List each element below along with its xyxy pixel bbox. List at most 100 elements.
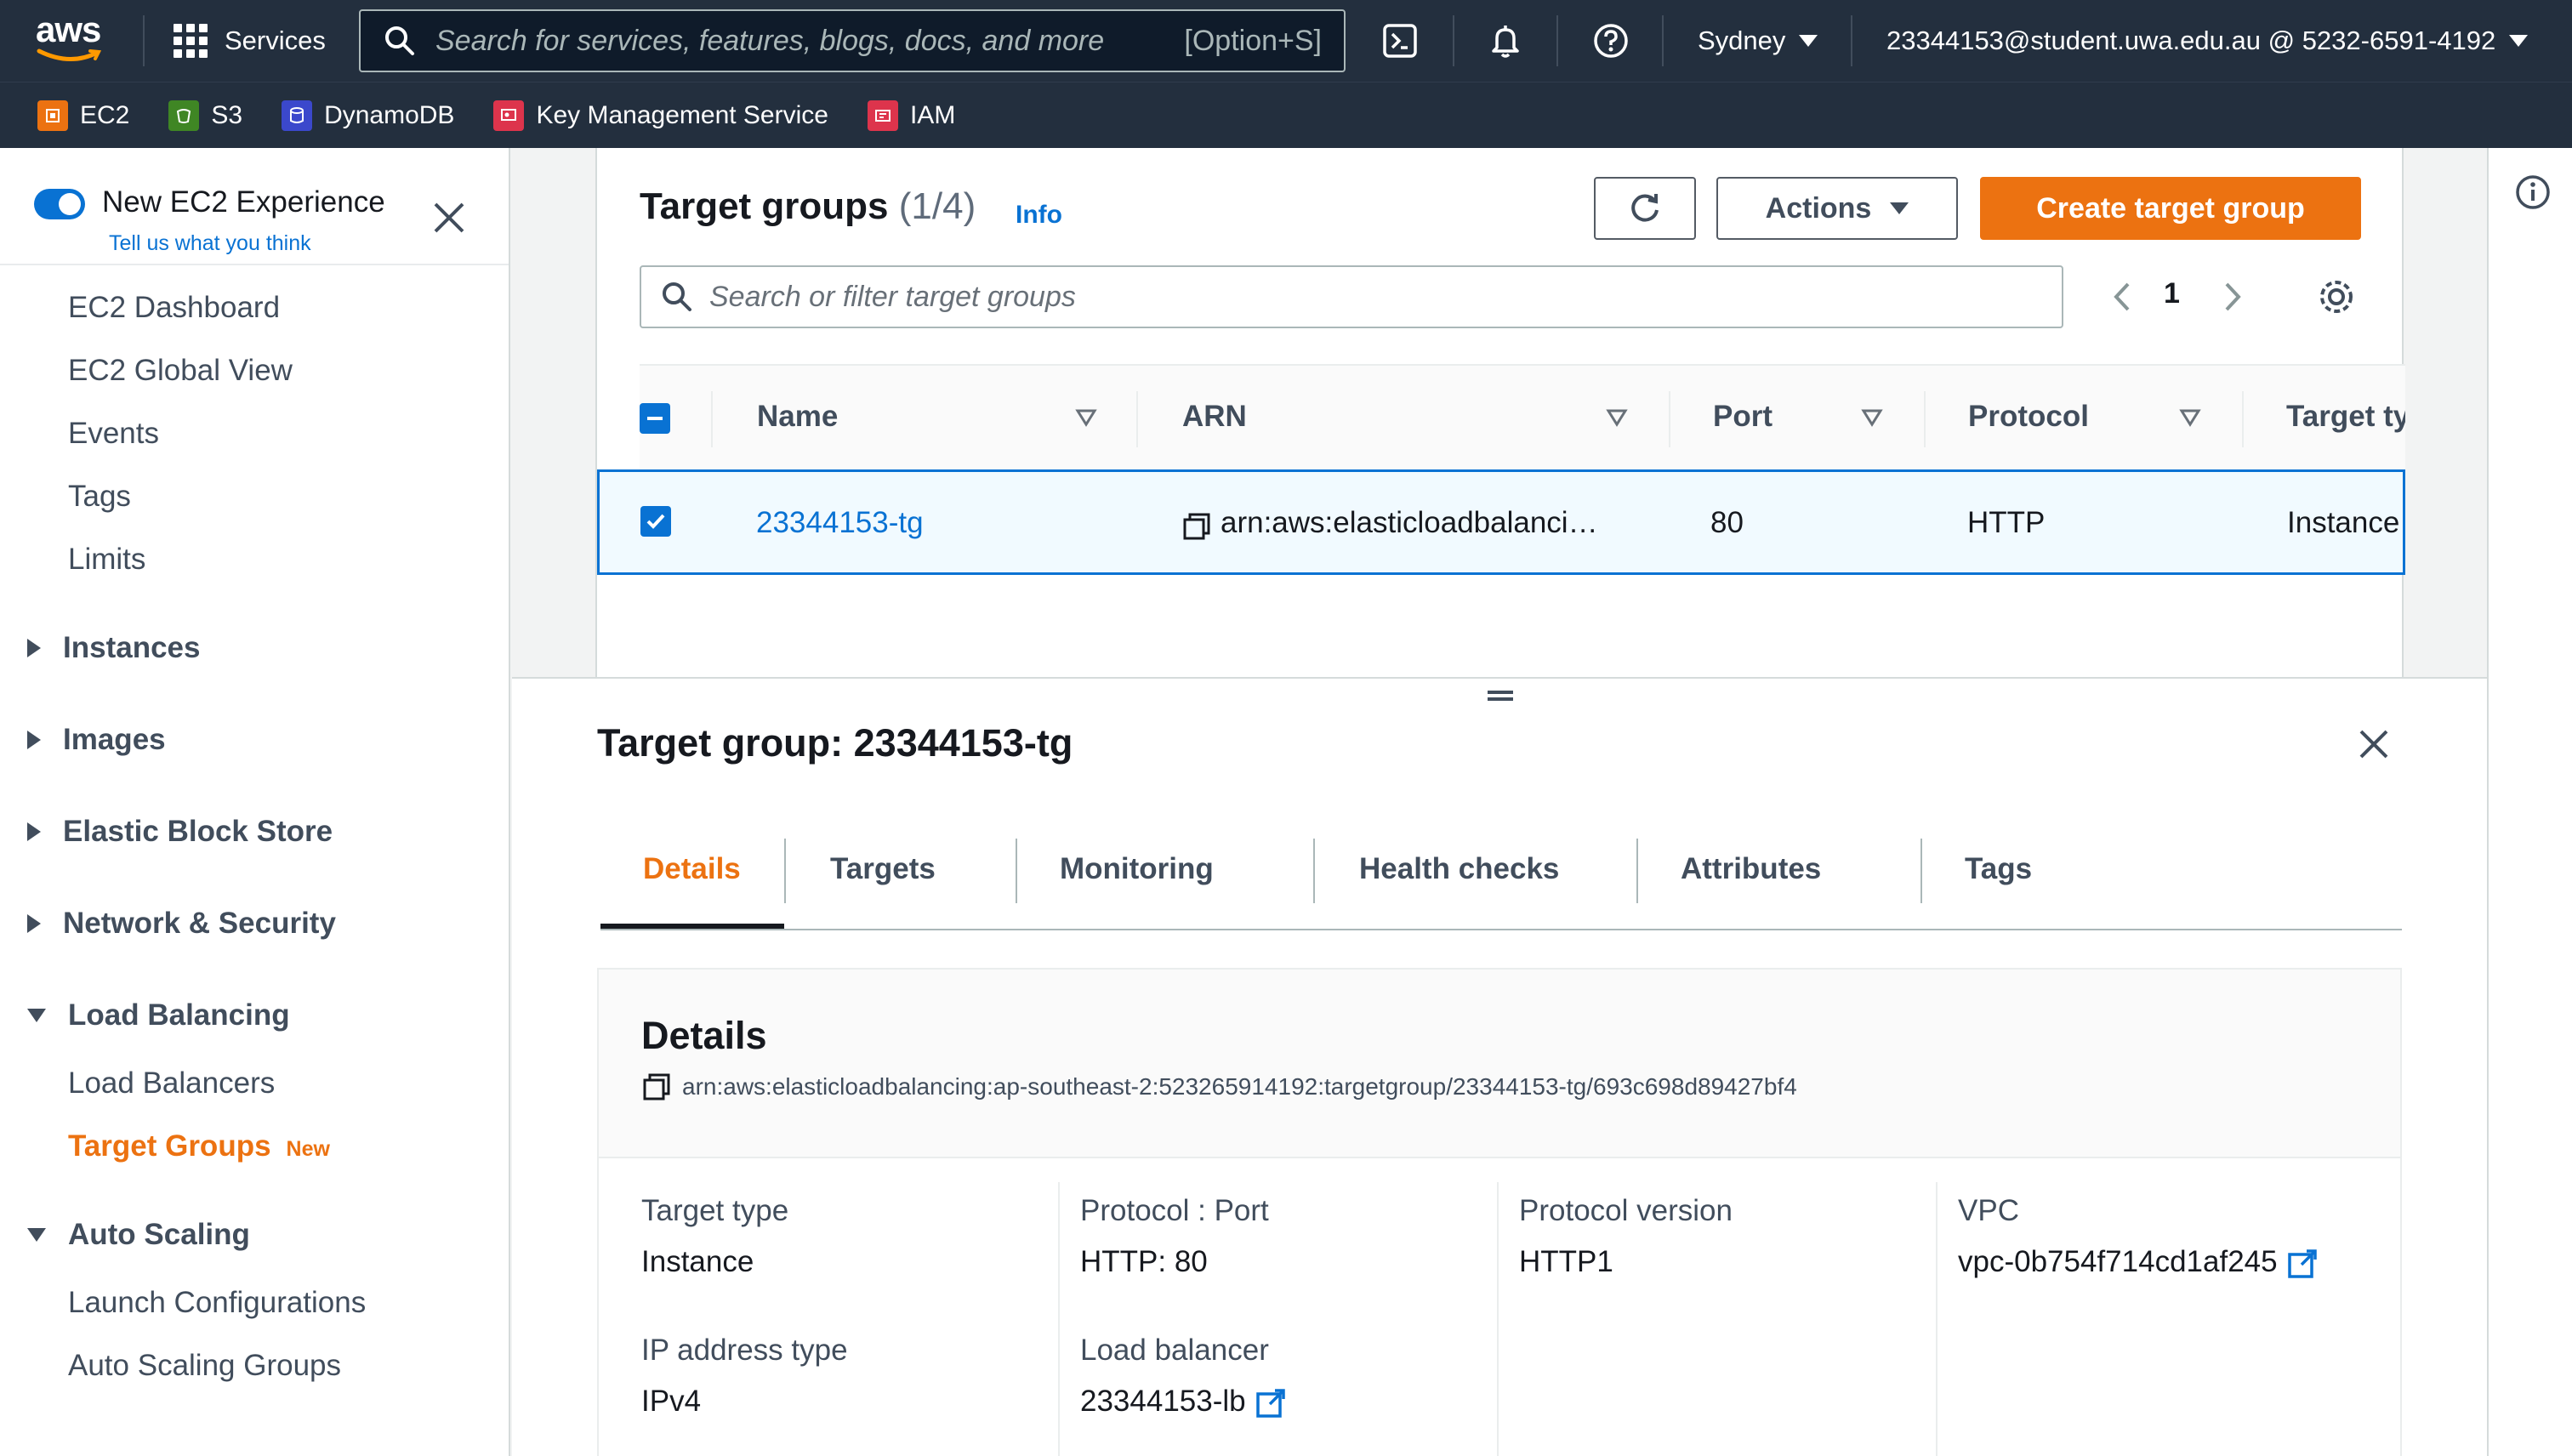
iam-icon <box>867 100 898 131</box>
arn-value: arn:aws:elasticloadbalancing:ap-southeas… <box>682 1073 1797 1100</box>
sidebar-item-load-balancers[interactable]: Load Balancers <box>68 1066 275 1101</box>
actions-button[interactable]: Actions <box>1716 177 1958 240</box>
close-icon[interactable] <box>2356 726 2392 762</box>
caret-down-icon <box>1799 35 1818 47</box>
section-label: Load Balancing <box>68 998 290 1032</box>
kms-icon <box>493 100 525 131</box>
vpc-value: vpc-0b754f714cd1af245 <box>1958 1245 2278 1278</box>
create-target-group-button[interactable]: Create target group <box>1980 177 2361 240</box>
ip-type-value: IPv4 <box>641 1385 702 1418</box>
sidebar-divider <box>0 264 509 265</box>
select-all-checkbox[interactable] <box>640 403 670 434</box>
external-link-icon <box>2287 1249 2317 1278</box>
sort-caret-icon[interactable] <box>1075 408 1097 427</box>
refresh-icon <box>1631 194 1659 222</box>
vpc-label: VPC <box>1958 1194 2019 1227</box>
selection-count: (1/4) <box>898 185 976 227</box>
bell-icon[interactable] <box>1485 20 1526 61</box>
tab-attributes[interactable]: Attributes <box>1681 852 1821 886</box>
sidebar-section-images[interactable]: Images <box>27 723 166 757</box>
global-search-input[interactable] <box>435 24 1185 58</box>
info-icon[interactable] <box>2514 173 2552 211</box>
favorite-ec2[interactable]: EC2 <box>37 100 129 131</box>
sidebar-item-tags[interactable]: Tags <box>68 480 131 514</box>
global-search[interactable]: [Option+S] <box>359 9 1346 72</box>
detail-tabs: Details Targets Monitoring Health checks… <box>600 828 2402 930</box>
tab-details[interactable]: Details <box>643 852 741 886</box>
column-header-name[interactable]: Name <box>757 400 838 434</box>
account-label: 23344153@student.uwa.edu.au @ 5232-6591-… <box>1886 26 2496 55</box>
target-type-label: Target type <box>641 1194 789 1227</box>
region-selector[interactable]: Sydney <box>1698 20 1818 61</box>
sidebar: New EC2 Experience Tell us what you thin… <box>0 148 510 1456</box>
nav-divider <box>1556 15 1558 66</box>
sidebar-section-load-balancing[interactable]: Load Balancing <box>27 998 290 1032</box>
vpc-link[interactable]: vpc-0b754f714cd1af245 <box>1958 1245 2319 1280</box>
protocol-port-label: Protocol : Port <box>1080 1194 1269 1227</box>
cloudshell-icon[interactable] <box>1380 20 1420 61</box>
caret-down-icon <box>2509 35 2529 47</box>
sidebar-item-ec2-dashboard[interactable]: EC2 Dashboard <box>68 291 280 325</box>
feedback-link[interactable]: Tell us what you think <box>109 231 311 256</box>
actions-label: Actions <box>1765 191 1872 225</box>
copy-icon[interactable] <box>1181 511 1212 542</box>
column-header-target-type[interactable]: Target ty <box>2286 400 2405 434</box>
page-number[interactable]: 1 <box>2164 277 2180 310</box>
sidebar-item-limits[interactable]: Limits <box>68 543 145 577</box>
account-menu[interactable]: 23344153@student.uwa.edu.au @ 5232-6591-… <box>1886 20 2529 61</box>
services-menu-button[interactable]: Services <box>174 17 326 65</box>
column-header-protocol[interactable]: Protocol <box>1968 400 2089 434</box>
sort-caret-icon[interactable] <box>1606 408 1628 427</box>
copy-icon[interactable] <box>641 1072 672 1102</box>
sidebar-item-launch-configurations[interactable]: Launch Configurations <box>68 1286 366 1320</box>
caret-down-icon <box>27 1009 46 1022</box>
table-row[interactable]: 23344153-tg arn:aws:elasticloadbalanci… … <box>597 469 2405 575</box>
filter-box[interactable] <box>640 265 2063 328</box>
sidebar-section-ebs[interactable]: Elastic Block Store <box>27 815 333 849</box>
sidebar-item-events[interactable]: Events <box>68 417 159 451</box>
target-type-cell: Instance <box>2287 506 2400 539</box>
protocol-version-label: Protocol version <box>1519 1194 1733 1227</box>
new-badge: New <box>286 1137 330 1161</box>
sidebar-item-auto-scaling-groups[interactable]: Auto Scaling Groups <box>68 1349 341 1383</box>
sort-caret-icon[interactable] <box>1861 408 1883 427</box>
caret-right-icon <box>27 639 41 657</box>
help-icon[interactable] <box>1590 20 1631 61</box>
new-experience-toggle[interactable] <box>34 189 85 219</box>
target-group-name-link[interactable]: 23344153-tg <box>756 506 924 540</box>
gear-icon[interactable] <box>2313 274 2359 320</box>
sort-caret-icon[interactable] <box>2179 408 2201 427</box>
chevron-right-icon[interactable] <box>2211 276 2254 318</box>
load-balancer-link[interactable]: 23344153-lb <box>1080 1385 1287 1419</box>
tab-divider <box>1636 839 1638 903</box>
favorite-s3[interactable]: S3 <box>168 100 242 131</box>
sidebar-item-ec2-global-view[interactable]: EC2 Global View <box>68 354 293 388</box>
section-label: Instances <box>63 631 201 664</box>
tab-health-checks[interactable]: Health checks <box>1359 852 1559 886</box>
section-label: Network & Security <box>63 907 336 940</box>
table-header: Name ARN Port Protocol Target ty <box>640 364 2405 469</box>
resize-handle[interactable] <box>1485 687 1516 708</box>
sidebar-section-network-security[interactable]: Network & Security <box>27 907 336 941</box>
protocol-port-value: HTTP: 80 <box>1080 1245 1208 1278</box>
aws-logo[interactable]: aws <box>36 12 109 66</box>
sidebar-item-target-groups[interactable]: Target Groups New <box>68 1129 330 1163</box>
filter-input[interactable] <box>709 280 2062 314</box>
sidebar-section-auto-scaling[interactable]: Auto Scaling <box>27 1218 250 1252</box>
tab-tags[interactable]: Tags <box>1965 852 2032 886</box>
column-header-arn[interactable]: ARN <box>1182 400 1247 434</box>
tab-targets[interactable]: Targets <box>830 852 936 886</box>
tab-monitoring[interactable]: Monitoring <box>1060 852 1214 886</box>
favorite-dynamodb[interactable]: DynamoDB <box>282 100 454 131</box>
favorite-iam[interactable]: IAM <box>867 100 955 131</box>
column-divider <box>1497 1182 1499 1456</box>
favorite-kms[interactable]: Key Management Service <box>493 100 828 131</box>
info-link[interactable]: Info <box>1016 201 1062 230</box>
column-header-port[interactable]: Port <box>1713 400 1773 434</box>
chevron-left-icon[interactable] <box>2101 276 2143 318</box>
row-checkbox[interactable] <box>640 506 671 537</box>
grid-menu-icon <box>174 24 208 58</box>
refresh-button[interactable] <box>1594 177 1696 240</box>
close-icon[interactable] <box>430 199 468 236</box>
sidebar-section-instances[interactable]: Instances <box>27 631 200 665</box>
